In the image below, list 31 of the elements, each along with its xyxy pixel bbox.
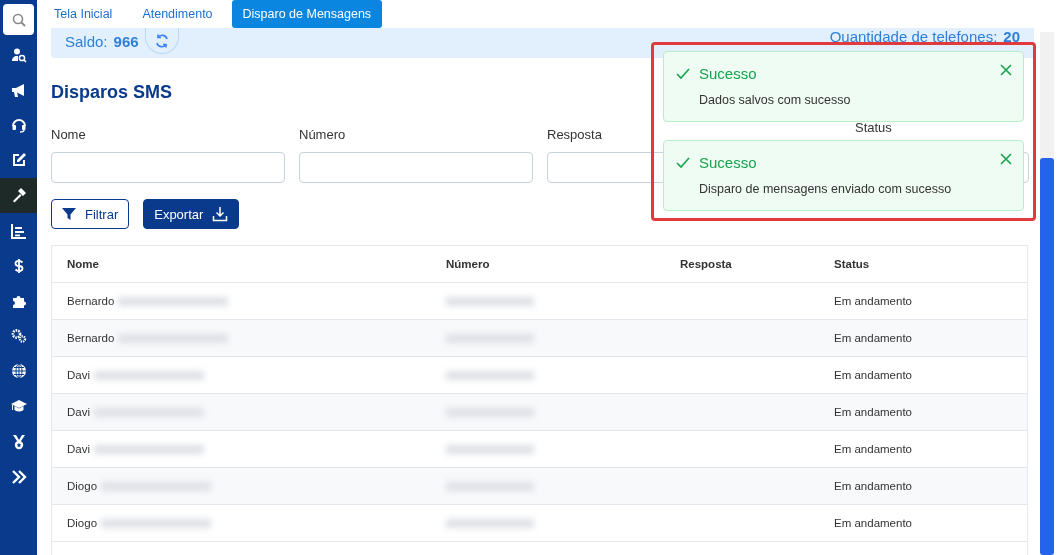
field-label: Número [299,127,347,144]
table-cell: Em andamento [834,332,912,344]
table-cell: Davi [67,443,90,455]
table-cell: Em andamento [834,517,912,529]
phones-value: 20 [1003,28,1020,45]
toast-message: Disparo de mensagens enviado com sucesso [699,182,953,196]
toast-title: Sucesso [699,154,757,171]
column-header: Nome [66,258,100,270]
phones-label: Quantidade de telefones: [829,28,998,45]
table-cell: Em andamento [834,295,912,307]
column-header: Status [833,258,871,270]
field-label: Nome [51,127,87,144]
table-cell: Em andamento [834,369,912,381]
table-cell: Diogo [67,480,98,492]
balance-value: 966 [113,32,139,50]
table-cell: Bernardo [67,295,115,307]
balance-label: Saldo: [65,32,108,50]
toast-message: Dados salvos com sucesso [699,93,852,107]
table-cell: Em andamento [834,443,912,455]
toast-title: Sucesso [699,65,757,82]
table-cell: Diogo [67,517,98,529]
field-label: Status [854,121,893,135]
field-label: Resposta [547,127,603,144]
page-heading: Disparos SMS [51,82,173,103]
table-cell: Davi [67,369,90,381]
table-cell: Bernardo [67,332,115,344]
table-cell: Em andamento [834,480,912,492]
column-header: Resposta [679,258,733,270]
column-header: Número [445,258,491,270]
table-cell: Davi [67,406,90,418]
table-cell: Em andamento [834,406,912,418]
